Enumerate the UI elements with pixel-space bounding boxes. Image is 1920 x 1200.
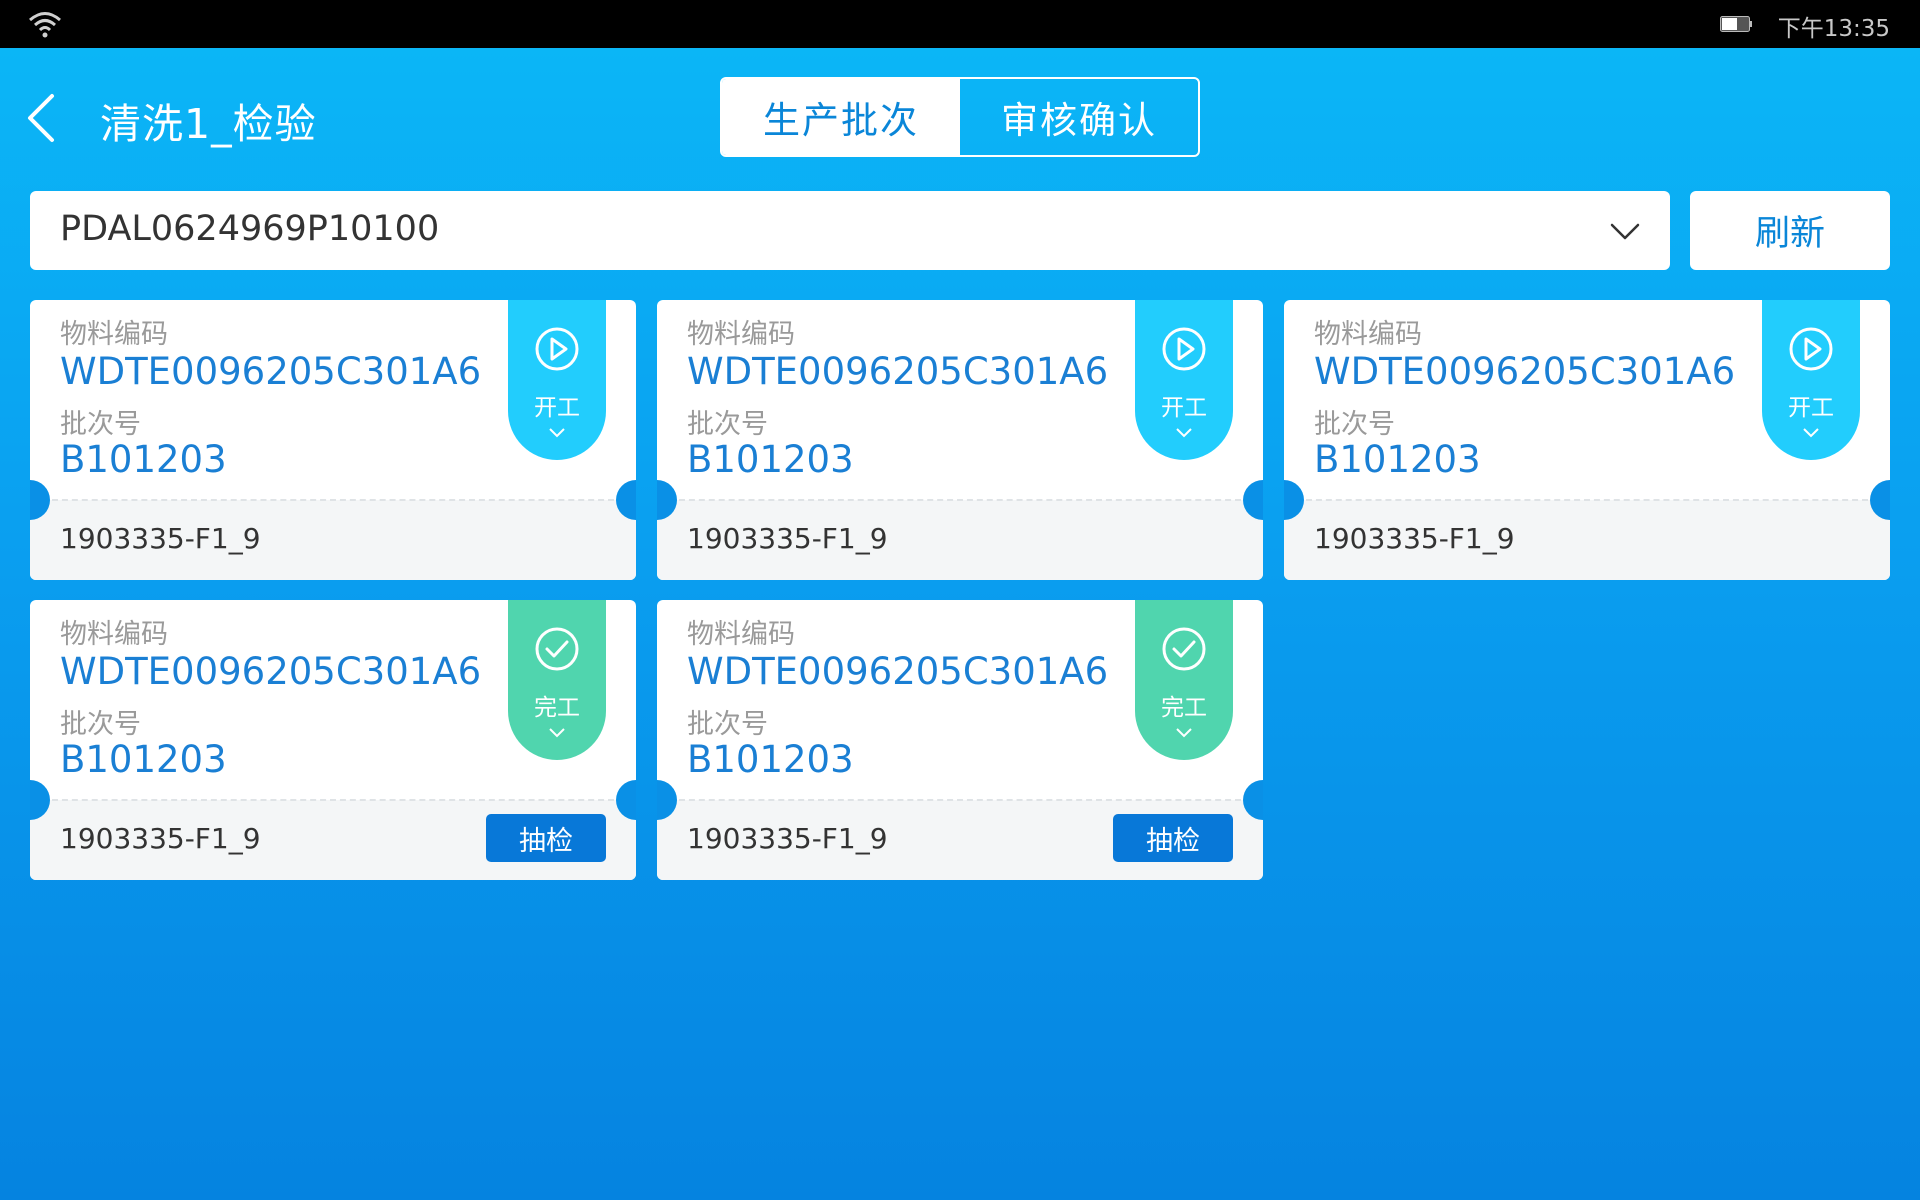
work-order-code: 1903335-F1_9: [60, 822, 261, 855]
card-body: 物料编码 WDTE0096205C301A6 批次号 B101203 开工: [1284, 300, 1890, 500]
batch-card[interactable]: 物料编码 WDTE0096205C301A6 批次号 B101203 开工 19…: [657, 300, 1263, 580]
tab-switcher: 生产批次 审核确认: [720, 77, 1200, 157]
material-code-value: WDTE0096205C301A6: [687, 650, 1109, 693]
status-label: 开工: [1788, 395, 1834, 421]
play-circle-icon: [1162, 327, 1206, 371]
batch-no-value: B101203: [687, 738, 854, 781]
batch-no-label: 批次号: [60, 409, 141, 440]
card-body: 物料编码 WDTE0096205C301A6 批次号 B101203 完工: [657, 600, 1263, 800]
work-order-code: 1903335-F1_9: [1314, 522, 1515, 555]
divider: [52, 799, 614, 801]
finish-work-tag[interactable]: 完工: [508, 600, 606, 760]
material-code-label: 物料编码: [687, 619, 795, 650]
divider: [1306, 499, 1868, 501]
batch-no-value: B101203: [1314, 438, 1481, 481]
spot-check-button[interactable]: 抽检: [1113, 814, 1233, 862]
check-circle-icon: [1162, 627, 1206, 671]
card-body: 物料编码 WDTE0096205C301A6 批次号 B101203 开工: [30, 300, 636, 500]
divider: [52, 499, 614, 501]
batch-select-value: PDAL0624969P10100: [60, 209, 440, 249]
batch-card[interactable]: 物料编码 WDTE0096205C301A6 批次号 B101203 完工 19…: [30, 600, 636, 880]
play-circle-icon: [535, 327, 579, 371]
chevron-down-icon: [549, 728, 565, 738]
card-footer: 1903335-F1_9: [1284, 500, 1890, 580]
card-footer: 1903335-F1_9 抽检: [30, 800, 636, 880]
card-body: 物料编码 WDTE0096205C301A6 批次号 B101203 开工: [657, 300, 1263, 500]
chevron-down-icon: [549, 428, 565, 438]
card-footer: 1903335-F1_9 抽检: [657, 800, 1263, 880]
batch-card[interactable]: 物料编码 WDTE0096205C301A6 批次号 B101203 开工 19…: [30, 300, 636, 580]
material-code-label: 物料编码: [60, 319, 168, 350]
batch-no-label: 批次号: [687, 409, 768, 440]
finish-work-tag[interactable]: 完工: [1135, 600, 1233, 760]
chevron-down-icon: [1610, 223, 1640, 240]
batch-select[interactable]: PDAL0624969P10100: [30, 191, 1670, 270]
batch-card[interactable]: 物料编码 WDTE0096205C301A6 批次号 B101203 开工 19…: [1284, 300, 1890, 580]
chevron-left-icon: [28, 94, 54, 142]
card-body: 物料编码 WDTE0096205C301A6 批次号 B101203 完工: [30, 600, 636, 800]
material-code-value: WDTE0096205C301A6: [60, 650, 482, 693]
chevron-down-icon: [1803, 428, 1819, 438]
batch-card[interactable]: 物料编码 WDTE0096205C301A6 批次号 B101203 完工 19…: [657, 600, 1263, 880]
batch-no-label: 批次号: [1314, 409, 1395, 440]
wifi-icon: [29, 12, 61, 38]
material-code-label: 物料编码: [60, 619, 168, 650]
status-label: 开工: [1161, 395, 1207, 421]
batch-no-value: B101203: [60, 438, 227, 481]
status-label: 开工: [534, 395, 580, 421]
status-label: 完工: [1161, 695, 1207, 721]
refresh-button[interactable]: 刷新: [1690, 191, 1890, 270]
status-bar: 下午13:35: [0, 0, 1920, 48]
material-code-value: WDTE0096205C301A6: [1314, 350, 1736, 393]
battery-icon: [1720, 16, 1752, 32]
batch-no-label: 批次号: [60, 709, 141, 740]
back-button[interactable]: [22, 88, 66, 148]
status-label: 完工: [534, 695, 580, 721]
work-order-code: 1903335-F1_9: [60, 522, 261, 555]
spot-check-button[interactable]: 抽检: [486, 814, 606, 862]
work-order-code: 1903335-F1_9: [687, 522, 888, 555]
play-circle-icon: [1789, 327, 1833, 371]
material-code-label: 物料编码: [1314, 319, 1422, 350]
batch-no-value: B101203: [60, 738, 227, 781]
work-order-code: 1903335-F1_9: [687, 822, 888, 855]
page-title: 清洗1_检验: [100, 100, 317, 148]
material-code-value: WDTE0096205C301A6: [687, 350, 1109, 393]
divider: [679, 799, 1241, 801]
check-circle-icon: [535, 627, 579, 671]
card-footer: 1903335-F1_9: [657, 500, 1263, 580]
batch-no-value: B101203: [687, 438, 854, 481]
start-work-tag[interactable]: 开工: [1135, 300, 1233, 460]
status-time: 下午13:35: [1777, 16, 1890, 42]
chevron-down-icon: [1176, 428, 1192, 438]
material-code-label: 物料编码: [687, 319, 795, 350]
card-footer: 1903335-F1_9: [30, 500, 636, 580]
start-work-tag[interactable]: 开工: [508, 300, 606, 460]
material-code-value: WDTE0096205C301A6: [60, 350, 482, 393]
batch-no-label: 批次号: [687, 709, 768, 740]
chevron-down-icon: [1176, 728, 1192, 738]
tab-review-confirm[interactable]: 审核确认: [960, 79, 1198, 155]
divider: [679, 499, 1241, 501]
start-work-tag[interactable]: 开工: [1762, 300, 1860, 460]
tab-production-batch[interactable]: 生产批次: [722, 79, 960, 155]
